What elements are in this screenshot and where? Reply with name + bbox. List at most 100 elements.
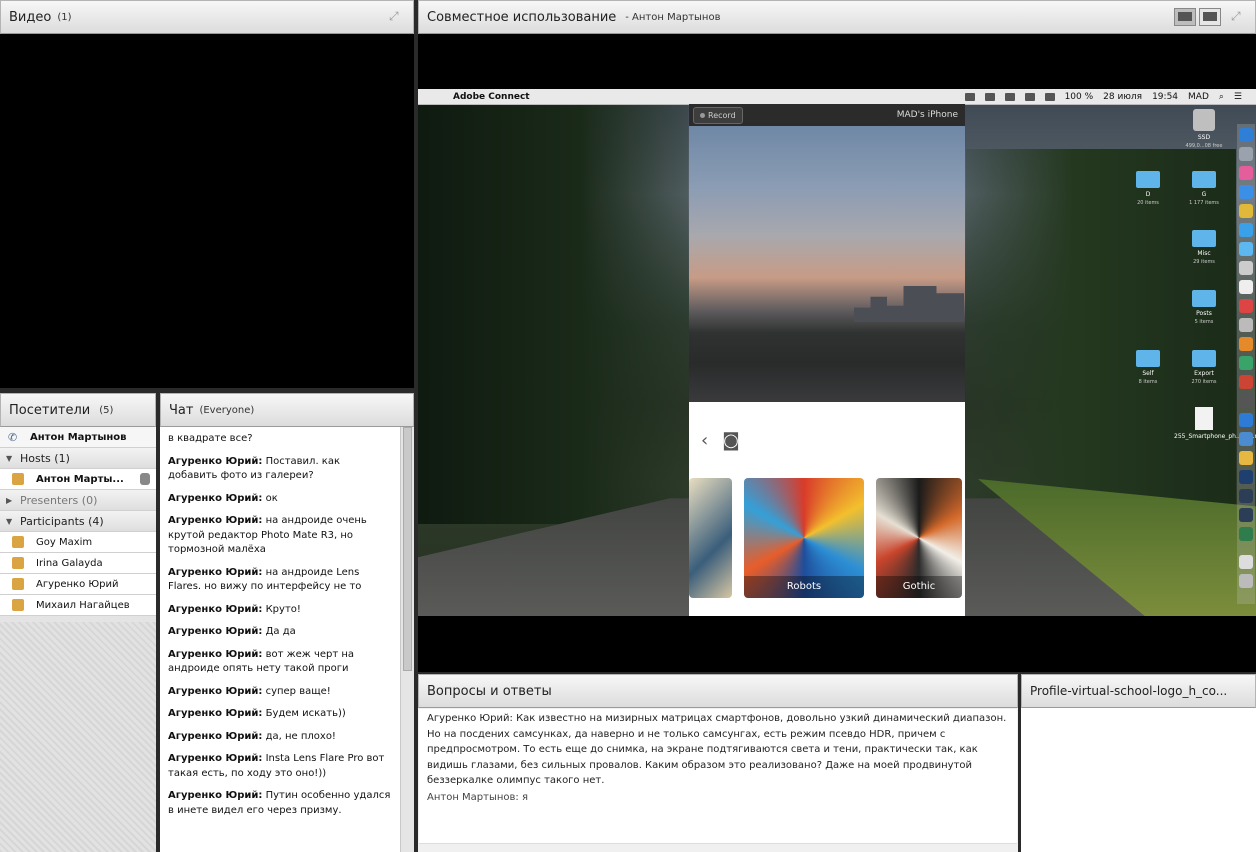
desktop-folder-icon[interactable]: G 1 177 items [1174,171,1234,207]
participants-section[interactable]: ▼ Participants (4) [0,511,156,532]
desktop-folder-icon[interactable]: Export 270 items [1174,350,1234,386]
dock-app-icon[interactable] [1239,166,1253,180]
record-label: Record [708,110,736,120]
expand-triangle-icon: ▼ [6,453,13,463]
phone-photo-preview [689,126,965,402]
file-pod: Profile-virtual-school-logo_h_co... [1021,674,1256,852]
spotlight-icon[interactable]: ⌕ [1219,92,1224,102]
host-row[interactable]: Антон Марты... [0,469,156,490]
participant-row[interactable]: Михаил Нагайцев [0,595,156,616]
record-button[interactable]: Record [693,106,743,124]
dock-app-icon[interactable] [1239,413,1253,427]
fullscreen-icon[interactable]: ⤢ [389,9,405,25]
volume-icon[interactable] [1044,92,1055,101]
photoshop-icon[interactable] [1239,470,1253,484]
dock-app-icon[interactable] [1239,147,1253,161]
mirror-toolbar: Record MAD's iPhone [689,104,965,126]
desktop-folder-icon[interactable]: Posts 5 items [1174,290,1234,326]
filter-thumb[interactable] [689,478,732,598]
chat-message: Агуренко Юрий: супер ваще! [168,685,331,697]
back-chevron-icon[interactable]: ‹ [701,430,708,451]
desktop-file-icon[interactable]: 255_Smartphone_ph...L05.md [1174,407,1256,441]
chat-message-list[interactable]: в квадрате все? Агуренко Юрий: Поставил.… [160,427,398,852]
chrome-icon[interactable] [1239,204,1253,218]
dock-app-icon[interactable] [1239,356,1253,370]
participant-row[interactable]: Irina Galayda [0,553,156,574]
menubar-app-name[interactable]: Adobe Connect [453,92,530,102]
menubar-user[interactable]: MAD [1188,92,1209,102]
finder-icon[interactable] [1239,128,1253,142]
chat-scrollbar-thumb[interactable] [403,427,412,671]
filter-thumb[interactable]: Robots [744,478,864,598]
chat-scope: (Everyone) [199,404,255,416]
chat-message: в квадрате все? [168,433,253,444]
qa-pod-header: Вопросы и ответы [418,674,1018,708]
dock-app-icon[interactable] [1239,394,1253,408]
calendar-icon[interactable] [1239,299,1253,313]
menubar-time[interactable]: 19:54 [1152,92,1178,102]
share-pod: Совместное использование - Антон Мартыно… [418,0,1256,672]
dock-app-icon[interactable] [1239,451,1253,465]
device-name: MAD's iPhone [896,110,958,120]
filter-thumb[interactable]: Gothic [876,478,962,598]
participant-name: Агуренко Юрий [36,578,119,590]
video-count: (1) [57,11,72,23]
camera-icon[interactable]: ◙ [722,430,739,451]
qa-thread[interactable]: Агуренко Юрий: Как известно на мизирных … [419,709,1017,844]
hosts-section[interactable]: ▼ Hosts (1) [0,448,156,469]
trash-icon[interactable] [1239,574,1253,588]
dock-app-icon[interactable] [1239,527,1253,541]
lightroom-icon[interactable] [1239,508,1253,522]
menubar-status-icon[interactable] [964,92,975,101]
expand-triangle-icon: ▼ [6,516,13,526]
fit-view-icon[interactable] [1174,8,1196,26]
participant-row[interactable]: Goy Maxim [0,532,156,553]
twitter-icon[interactable] [1239,223,1253,237]
vlc-icon[interactable] [1239,337,1253,351]
filter-strip[interactable]: Robots Gothic [689,478,965,598]
qa-title: Вопросы и ответы [427,683,552,699]
apple-icon[interactable] [430,92,439,102]
lightroom-icon[interactable] [1239,489,1253,503]
full-view-icon[interactable] [1199,8,1221,26]
current-user-row[interactable]: ✆ Антон Мартынов [0,427,156,448]
chat-message: Агуренко Юрий: вот жеж черт на андроиде … [168,648,355,675]
presenters-section[interactable]: ▶ Presenters (0) [0,490,156,511]
menubar-battery[interactable]: 100 % [1065,92,1094,102]
participant-row[interactable]: Агуренко Юрий [0,574,156,595]
chat-message: Агуренко Юрий: Путин особенно удался в и… [168,790,391,816]
presenter-name: - Антон Мартынов [625,11,721,23]
dock-app-icon[interactable] [1239,432,1253,446]
dock-app-icon[interactable] [1239,261,1253,275]
menubar-date[interactable]: 28 июля [1103,92,1142,102]
participants-label: Participants (4) [20,514,104,528]
desktop-folder-icon[interactable]: Self 8 items [1118,350,1178,386]
safari-icon[interactable] [1239,185,1253,199]
phone-icon: ✆ [8,431,18,444]
menubar-status-icon[interactable] [984,92,995,101]
dock-app-icon[interactable] [1239,280,1253,294]
desktop-drive-icon[interactable]: SSD 499,0...08 free [1174,109,1234,150]
dock-app-icon[interactable] [1239,242,1253,256]
participant-avatar-icon [12,536,24,548]
participant-avatar-icon [12,599,24,611]
wifi-icon[interactable] [1024,92,1035,101]
host-name: Антон Марты... [36,473,124,485]
chat-message: Агуренко Юрий: Будем искать)) [168,708,346,719]
desktop-folder-icon[interactable]: Misc 29 items [1174,230,1234,266]
menu-list-icon[interactable]: ☰ [1234,92,1242,102]
dock-app-icon[interactable] [1239,318,1253,332]
participant-name: Irina Galayda [36,557,103,569]
qa-answer: Антон Мартынов: я [427,791,528,803]
chat-message: Агуренко Юрий: Да да [168,626,296,637]
microphone-icon [140,473,150,485]
menubar-status-icon[interactable] [1004,92,1015,101]
chat-scrollbar[interactable] [400,427,414,852]
fullscreen-icon[interactable]: ⤢ [1231,9,1247,25]
iphone-mirror-window[interactable]: Record MAD's iPhone ‹ ◙ Robots Gothic [689,104,965,616]
desktop-folder-icon[interactable]: D 20 items [1118,171,1178,207]
chat-pod: Чат (Everyone) в квадрате все? Агуренко … [160,393,414,852]
dock-app-icon[interactable] [1239,555,1253,569]
shared-screen[interactable]: Adobe Connect 100 % 28 июля 19:54 MAD ⌕ … [418,89,1256,616]
dock-app-icon[interactable] [1239,375,1253,389]
